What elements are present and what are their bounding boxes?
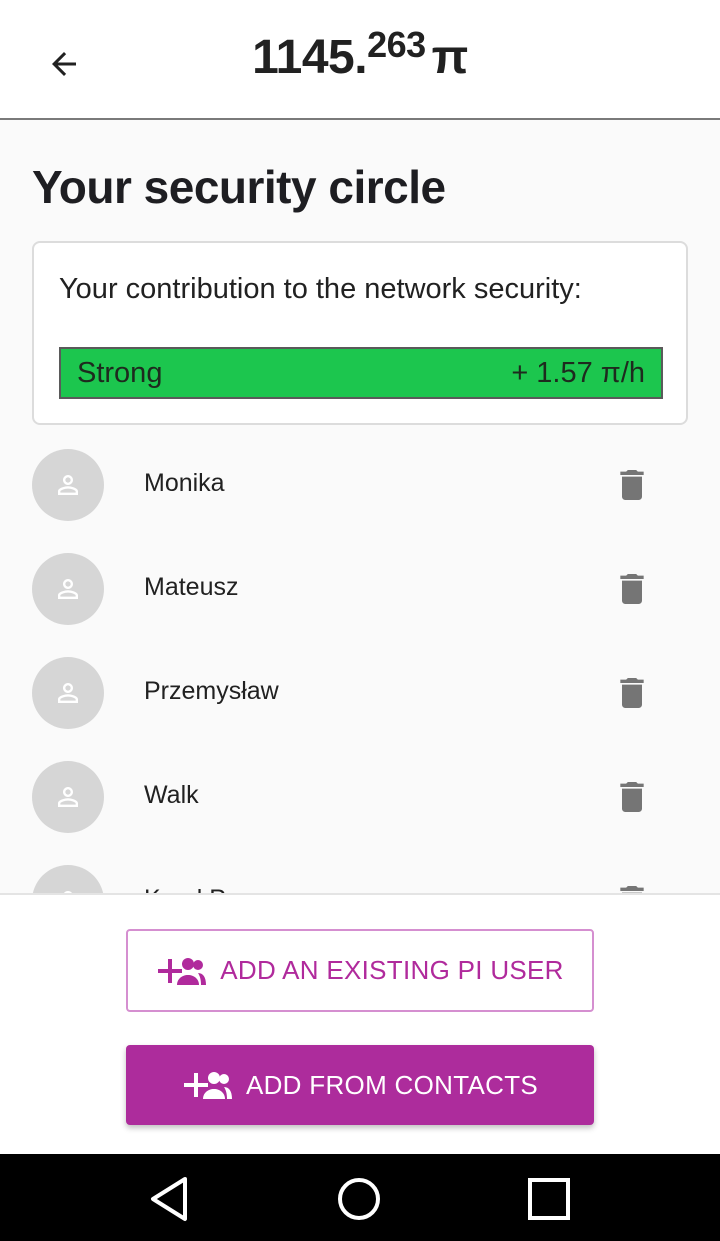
member-name: Walk <box>144 781 199 809</box>
bottom-actions: ADD AN EXISTING PI USER ADD FROM CONTACT… <box>0 893 720 1154</box>
add-existing-user-button[interactable]: ADD AN EXISTING PI USER <box>126 929 594 1012</box>
triangle-back-icon <box>151 1177 187 1221</box>
group-add-icon <box>182 1070 232 1100</box>
page-title: Your security circle <box>32 161 446 213</box>
trash-icon <box>620 470 644 500</box>
nav-back-button[interactable] <box>144 1174 194 1224</box>
member-row: Przemysław <box>0 657 720 761</box>
balance-display: 1145.263 π <box>0 24 720 85</box>
trash-icon <box>620 782 644 812</box>
delete-member-button[interactable] <box>606 459 658 511</box>
avatar <box>32 761 104 833</box>
trash-icon <box>620 886 644 893</box>
delete-member-button[interactable] <box>606 771 658 823</box>
currency-symbol: π <box>431 31 469 84</box>
app-bar: 1145.263 π <box>0 0 720 120</box>
balance-decimal: 263 <box>367 24 426 65</box>
avatar <box>32 865 104 893</box>
content-area[interactable]: Your security circle Your contribution t… <box>0 120 720 893</box>
person-outline-icon <box>58 475 78 495</box>
person-outline-icon <box>64 891 72 893</box>
nav-recent-button[interactable] <box>524 1174 574 1224</box>
strength-level: Strong <box>77 357 163 389</box>
mining-rate: + 1.57 π/h <box>511 357 645 389</box>
delete-member-button[interactable] <box>606 875 658 893</box>
security-card: Your contribution to the network securit… <box>32 241 688 425</box>
person-outline-icon <box>58 683 78 703</box>
trash-icon <box>620 678 644 708</box>
nav-home-button[interactable] <box>334 1174 384 1224</box>
strength-bar: Strong + 1.57 π/h <box>59 347 663 399</box>
add-from-contacts-label: ADD FROM CONTACTS <box>245 1069 539 1100</box>
balance-integer: 1145. <box>252 31 368 84</box>
avatar <box>32 553 104 625</box>
square-recent-icon <box>528 1178 570 1220</box>
member-row: Karol P <box>0 865 720 893</box>
avatar <box>32 657 104 729</box>
trash-icon <box>620 574 644 604</box>
security-label: Your contribution to the network securit… <box>59 273 582 305</box>
member-row: Monika <box>0 449 720 553</box>
avatar <box>32 449 104 521</box>
person-outline-icon <box>58 579 78 599</box>
add-existing-user-label: ADD AN EXISTING PI USER <box>220 955 564 985</box>
member-row: Mateusz <box>0 553 720 657</box>
delete-member-button[interactable] <box>606 667 658 719</box>
member-name: Karol P <box>144 885 226 893</box>
group-add-icon <box>156 956 207 986</box>
delete-member-button[interactable] <box>606 563 658 615</box>
system-nav-bar <box>0 1154 720 1241</box>
member-name: Przemysław <box>144 677 279 705</box>
member-name: Mateusz <box>144 573 239 601</box>
member-name: Monika <box>144 469 225 497</box>
person-outline-icon <box>58 787 78 807</box>
circle-home-icon <box>338 1178 380 1220</box>
add-from-contacts-button[interactable]: ADD FROM CONTACTS <box>126 1045 594 1125</box>
member-row: Walk <box>0 761 720 865</box>
